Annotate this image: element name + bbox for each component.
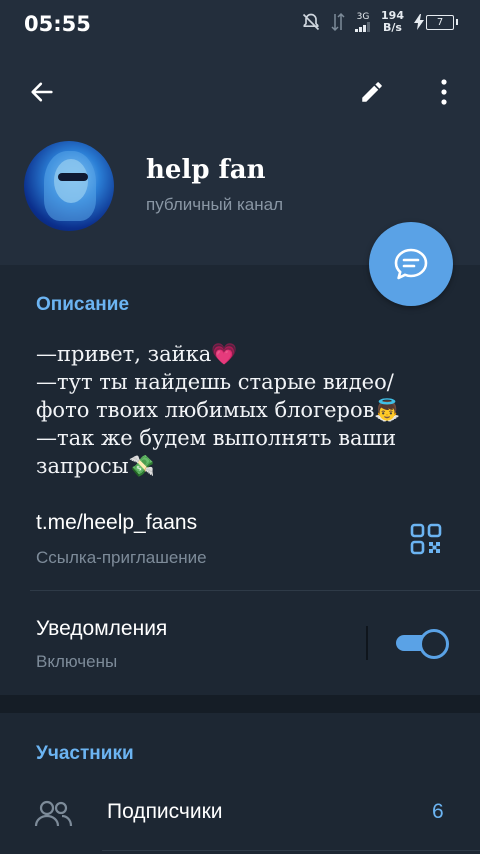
chat-bubble-icon <box>394 248 428 280</box>
avatar-face <box>54 159 88 203</box>
network-type: 3G <box>356 12 370 22</box>
edit-button[interactable] <box>352 72 392 112</box>
vertical-separator <box>366 626 368 660</box>
battery-tip <box>456 19 458 25</box>
more-vertical-icon <box>441 79 447 105</box>
qr-code-button[interactable] <box>410 523 442 555</box>
discuss-fab-button[interactable] <box>369 222 453 306</box>
battery: 7 <box>414 14 458 30</box>
toggle-knob <box>419 629 449 659</box>
notifications-state: Включены <box>36 652 118 671</box>
description-line: —тут ты найдешь старые видео/ <box>36 370 394 394</box>
signal-icon <box>355 22 371 32</box>
qr-code-icon <box>410 523 442 555</box>
back-button[interactable] <box>22 72 62 112</box>
subscribers-count: 6 <box>432 800 444 823</box>
people-icon <box>34 800 73 827</box>
description-line: —так же будем выполнять ваши <box>36 426 397 450</box>
bell-off-icon <box>302 13 320 31</box>
signal-indicator: 3G <box>355 12 371 32</box>
charging-icon <box>414 14 424 30</box>
description-title: Описание <box>36 294 130 315</box>
status-time: 05:55 <box>24 12 91 36</box>
invite-link-label: Ссылка-приглашение <box>36 548 207 567</box>
divider <box>30 590 480 591</box>
notifications-toggle[interactable] <box>396 629 449 659</box>
pencil-icon <box>362 82 382 102</box>
status-bar: 05:55 3G 194 B/s 7 <box>0 0 480 50</box>
arrow-left-icon <box>31 82 53 102</box>
status-icons: 3G 194 B/s 7 <box>301 10 458 34</box>
subscribers-label[interactable]: Подписчики <box>107 800 223 824</box>
channel-name: help fan <box>146 155 266 185</box>
invite-link[interactable]: t.me/heelp_faans <box>36 511 197 535</box>
net-speed: 194 B/s <box>381 10 404 34</box>
section-gap <box>0 695 480 713</box>
net-speed-unit: B/s <box>383 21 402 34</box>
more-button[interactable] <box>424 72 464 112</box>
subscribers-row-icon <box>34 799 74 829</box>
data-arrows-icon <box>331 12 345 32</box>
avatar-glasses <box>58 173 88 181</box>
channel-type: публичный канал <box>146 195 283 214</box>
notifications-label[interactable]: Уведомления <box>36 617 167 641</box>
row-divider <box>102 850 480 851</box>
members-section <box>0 713 480 854</box>
description-line: фото твоих любимых блогеров👼 <box>36 398 401 422</box>
battery-level: 7 <box>426 14 454 30</box>
description-text: —привет, зайка💗 —тут ты найдешь старые в… <box>36 340 466 480</box>
description-line: запросы💸 <box>36 454 155 478</box>
channel-avatar[interactable] <box>24 141 114 231</box>
description-line: —привет, зайка💗 <box>36 342 238 366</box>
members-title: Участники <box>36 743 134 764</box>
